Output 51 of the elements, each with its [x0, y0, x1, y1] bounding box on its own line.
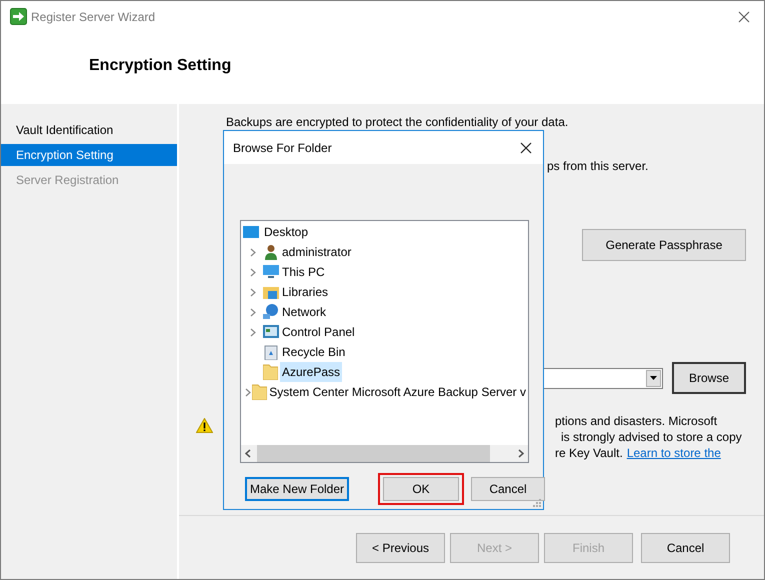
- window-title: Register Server Wizard: [31, 8, 156, 26]
- browse-button[interactable]: Browse: [672, 362, 746, 394]
- warning-text: re Key Vault.: [555, 445, 623, 461]
- warning-text: is strongly advised to store a copy: [561, 429, 742, 445]
- generate-passphrase-button[interactable]: Generate Passphrase: [582, 229, 746, 261]
- tree-item[interactable]: This PC: [280, 262, 327, 282]
- description-text: ps from this server.: [547, 158, 650, 175]
- intro-text: Backups are encrypted to protect the confidentiality of your data.: [226, 114, 570, 131]
- network-icon: [262, 304, 278, 320]
- dialog-button[interactable]: Cancel: [471, 477, 545, 501]
- library-icon: [262, 285, 278, 299]
- warning-text: ptions and disasters. Microsoft: [555, 413, 718, 429]
- resize-grip-icon[interactable]: [533, 499, 541, 507]
- close-icon: [738, 10, 750, 22]
- dialog-title: Browse For Folder: [233, 140, 332, 156]
- dialog-button[interactable]: OK: [383, 477, 459, 501]
- learn-link[interactable]: Learn to store the: [626, 445, 721, 461]
- wizard-step[interactable]: Encryption Setting: [1, 144, 177, 166]
- footer-button[interactable]: Cancel: [641, 532, 730, 562]
- footer-button[interactable]: < Previous: [356, 532, 445, 562]
- tree-item[interactable]: Control Panel: [280, 322, 357, 342]
- warning-icon: [196, 418, 213, 433]
- tree-item[interactable]: administrator: [280, 242, 354, 262]
- close-icon: [520, 142, 532, 154]
- control-panel-icon: [262, 325, 278, 339]
- close-button[interactable]: [519, 140, 533, 154]
- recycle-bin-icon: [264, 344, 278, 360]
- wizard-step[interactable]: Vault Identification: [1, 119, 177, 141]
- chevron-right-icon[interactable]: [250, 328, 256, 336]
- tree-item[interactable]: AzurePass: [280, 362, 342, 382]
- monitor-icon: [262, 265, 278, 279]
- tree-item[interactable]: System Center Microsoft Azure Backup Server v: [267, 382, 528, 402]
- tree-item[interactable]: Libraries: [280, 282, 330, 302]
- scroll-left-icon[interactable]: [245, 449, 251, 458]
- dialog-button[interactable]: Make New Folder: [245, 477, 349, 501]
- tree-item[interactable]: Desktop: [264, 223, 308, 241]
- folder-tree[interactable]: Desktop administrator This PC Libraries Network Control Panel Recycle Bin AzurePass System Center Microsoft Azure Backup Server v: [240, 220, 529, 463]
- chevron-right-icon[interactable]: [250, 288, 256, 296]
- chevron-right-icon[interactable]: [250, 308, 256, 316]
- horizontal-scrollbar[interactable]: [241, 445, 528, 462]
- scroll-right-icon[interactable]: [518, 449, 524, 458]
- chevron-right-icon[interactable]: [250, 248, 256, 256]
- page-heading: Encryption Setting: [89, 56, 232, 76]
- folder-icon: [252, 384, 268, 400]
- chevron-right-icon[interactable]: [250, 268, 256, 276]
- tree-item[interactable]: Recycle Bin: [280, 342, 348, 362]
- user-icon: [264, 244, 278, 260]
- tree-item[interactable]: Network: [280, 302, 328, 322]
- desktop-icon: [243, 225, 259, 239]
- chevron-right-icon[interactable]: [245, 388, 252, 396]
- folder-icon: [263, 364, 278, 380]
